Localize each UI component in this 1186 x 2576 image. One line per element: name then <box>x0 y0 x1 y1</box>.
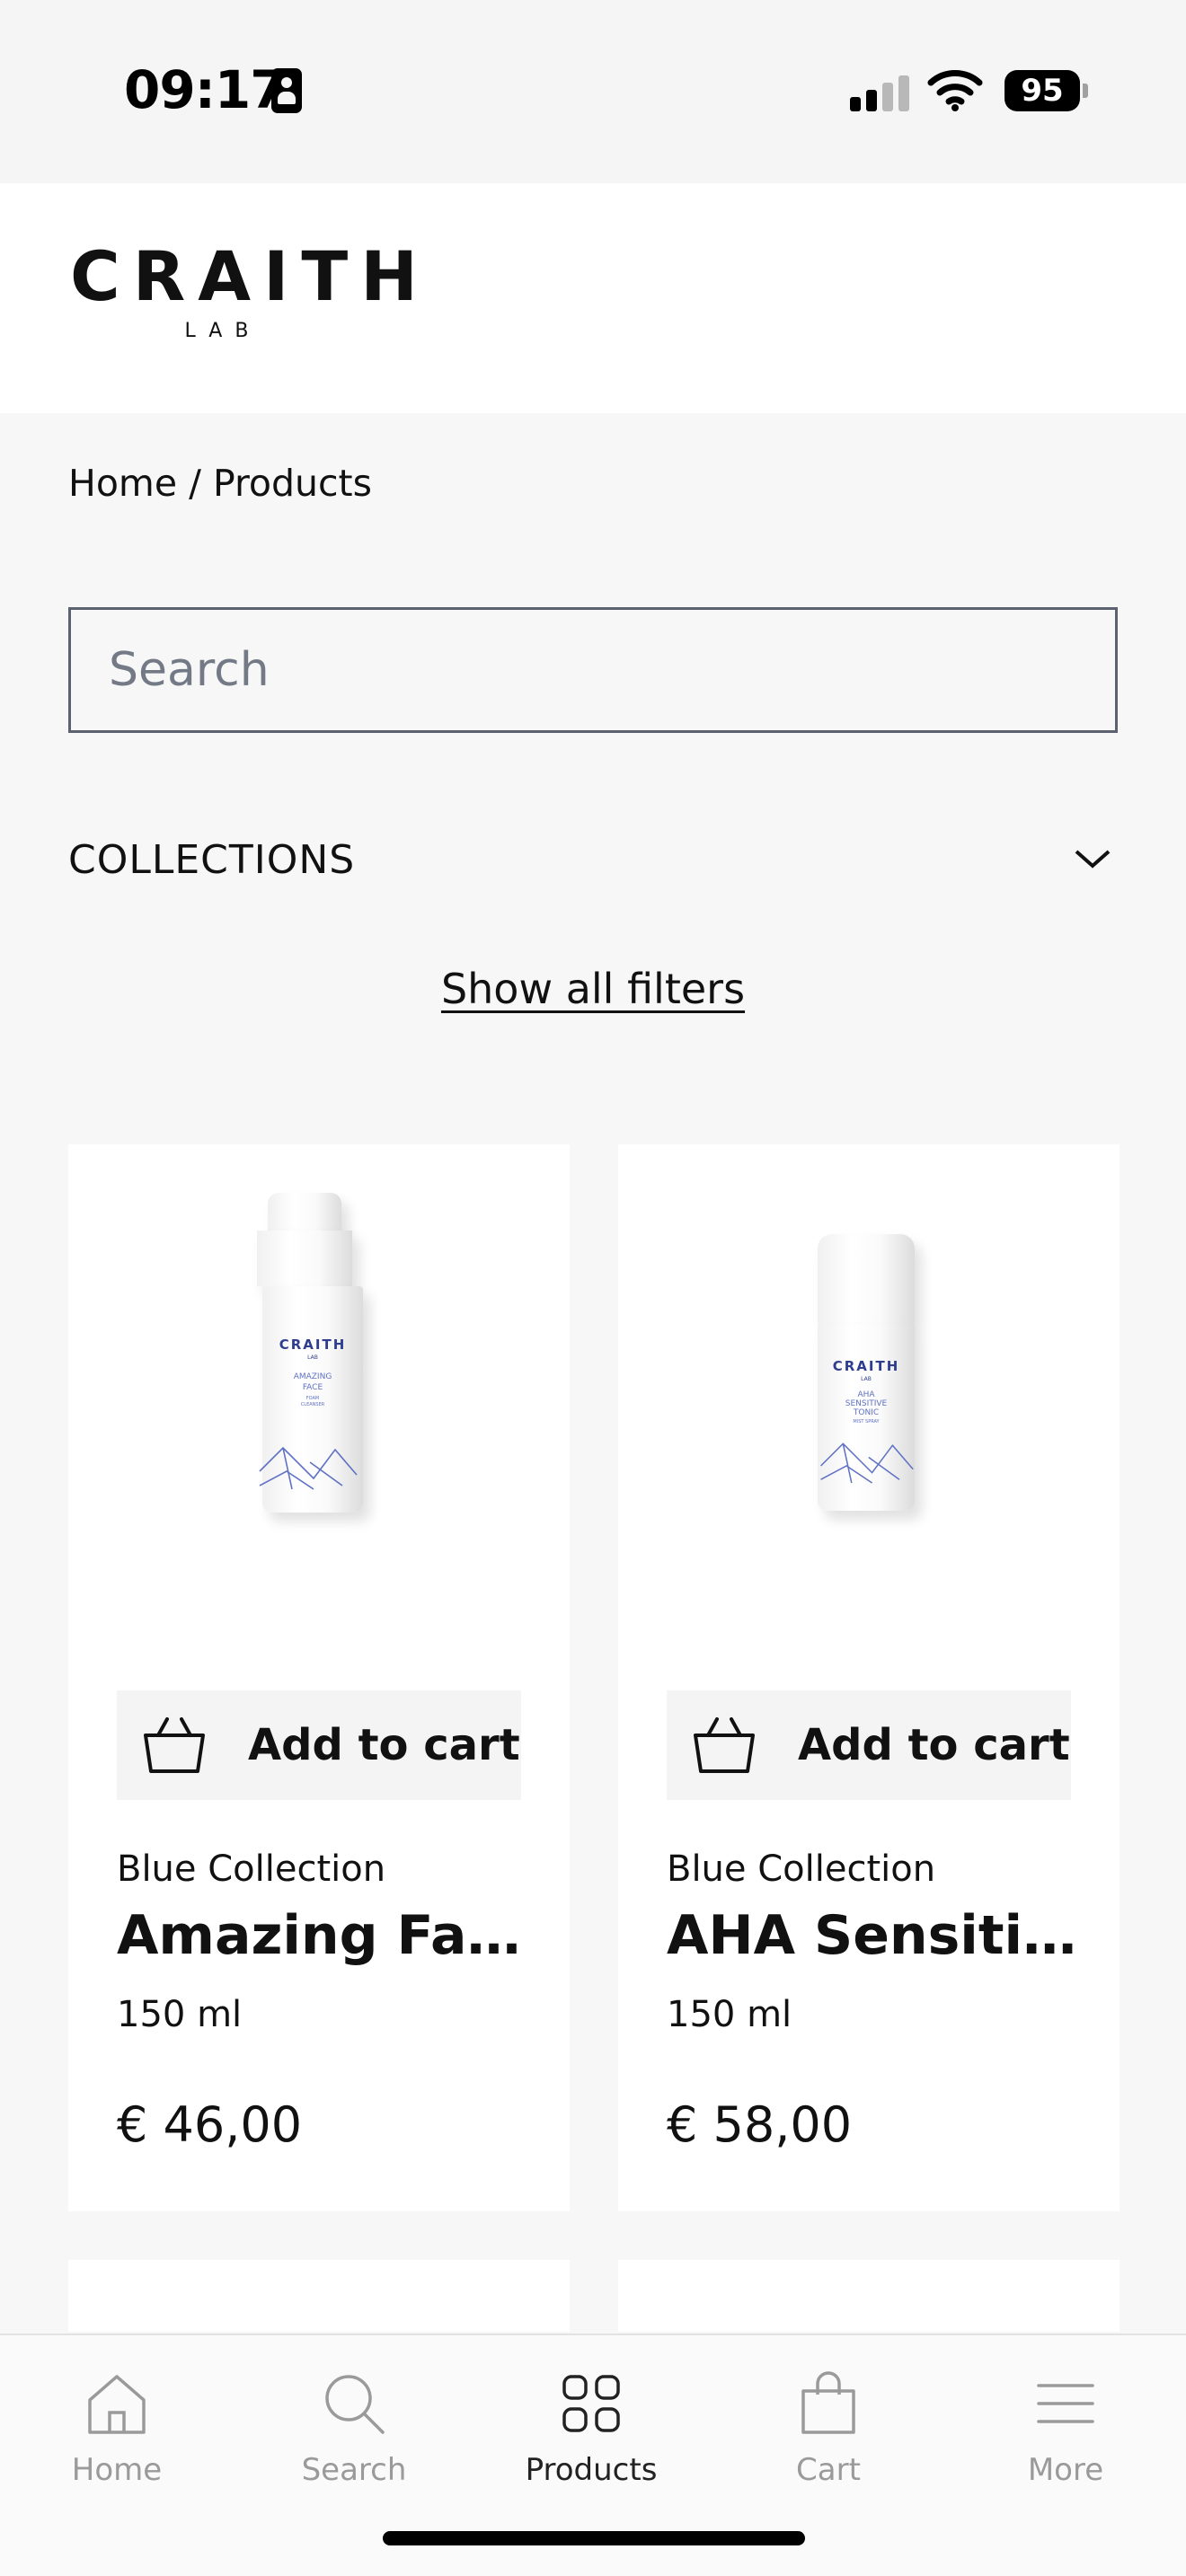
search-icon <box>325 2375 385 2434</box>
product-price: € 58,00 <box>667 2096 853 2153</box>
basket-icon <box>144 1717 205 1773</box>
product-size: 150 ml <box>667 1994 792 2035</box>
home-icon <box>88 2375 146 2434</box>
logo-wordmark: CRAITH <box>70 236 430 316</box>
battery-tip <box>1083 84 1088 98</box>
bottle-line2-text: FACE <box>302 1383 323 1392</box>
product-card-partial[interactable] <box>618 2260 1120 2332</box>
product-card[interactable]: CRAITH LAB AHA SENSITIVE TONIC MIST SPRA… <box>618 1144 1120 2211</box>
show-all-filters-link[interactable]: Show all filters <box>441 965 745 1013</box>
tab-search[interactable]: Search <box>264 2368 444 2488</box>
add-to-cart-button[interactable]: Add to cart <box>117 1690 521 1800</box>
bottle-brand-text: CRAITH <box>279 1337 347 1353</box>
product-price: € 46,00 <box>117 2096 303 2153</box>
basket-icon <box>694 1717 755 1773</box>
bottle-line3-text: TONIC <box>853 1408 880 1417</box>
tab-more-label: More <box>1027 2452 1104 2488</box>
product-card-partial[interactable] <box>68 2260 570 2332</box>
battery-indicator: 95 <box>1005 70 1080 111</box>
bag-icon <box>801 2371 855 2434</box>
product-name[interactable]: AHA Sensitiv... <box>667 1904 1089 1967</box>
home-indicator[interactable] <box>383 2531 805 2545</box>
chevron-down-icon <box>1075 850 1111 869</box>
tab-home[interactable]: Home <box>27 2368 207 2488</box>
product-card[interactable]: CRAITH LAB AMAZING FACE FOAM CLEANSER Ad… <box>68 1144 570 2211</box>
tab-cart[interactable]: Cart <box>739 2368 918 2488</box>
bottle-mountain-graphic <box>259 1446 358 1490</box>
product-size: 150 ml <box>117 1994 243 2035</box>
product-collection: Blue Collection <box>667 1848 936 1890</box>
product-collection: Blue Collection <box>117 1848 386 1890</box>
show-all-filters-link-container: Show all filters <box>0 965 1186 1013</box>
bottle-line2-text: SENSITIVE <box>845 1399 888 1408</box>
bottle-line1-text: AMAZING <box>293 1372 332 1381</box>
tab-products-label: Products <box>525 2452 658 2488</box>
brand-logo[interactable]: CRAITH LAB <box>70 236 430 343</box>
tab-home-label: Home <box>71 2452 163 2488</box>
collections-dropdown[interactable]: COLLECTIONS <box>68 828 1118 893</box>
grid-icon <box>562 2375 620 2432</box>
search-field[interactable] <box>68 607 1118 733</box>
product-image[interactable]: CRAITH LAB AMAZING FACE FOAM CLEANSER <box>68 1180 570 1575</box>
product-name[interactable]: Amazing Fac... <box>117 1904 539 1967</box>
contact-card-icon <box>271 68 302 113</box>
bottle-sub-text: LAB <box>307 1354 318 1361</box>
tab-products[interactable]: Products <box>501 2368 681 2488</box>
bottle-line4-text: CLEANSER <box>300 1402 325 1407</box>
bottle-line1-text: AHA <box>857 1390 875 1399</box>
tab-search-label: Search <box>301 2452 407 2488</box>
cellular-signal-icon <box>850 75 909 111</box>
bottle-line3-text: FOAM <box>305 1396 320 1401</box>
wifi-icon <box>927 70 983 111</box>
logo-subtitle: LAB <box>184 320 261 342</box>
bottle-sub-text: LAB <box>861 1376 872 1382</box>
bottle-cap <box>818 1234 915 1324</box>
status-bar: 09:17 95 <box>0 0 1186 183</box>
bottle-line4-text: MIST SPRAY <box>853 1419 880 1425</box>
bottle-cap <box>268 1193 341 1234</box>
bottle-pump <box>257 1231 352 1286</box>
add-to-cart-label: Add to cart <box>248 1720 520 1770</box>
search-input[interactable] <box>71 610 1115 730</box>
collections-label: COLLECTIONS <box>68 837 356 883</box>
product-image[interactable]: CRAITH LAB AHA SENSITIVE TONIC MIST SPRA… <box>618 1180 1120 1575</box>
add-to-cart-button[interactable]: Add to cart <box>667 1690 1071 1800</box>
tab-cart-label: Cart <box>796 2452 861 2488</box>
status-time: 09:17 <box>124 59 287 120</box>
add-to-cart-label: Add to cart <box>798 1720 1070 1770</box>
menu-icon <box>1037 2384 1094 2423</box>
bottle-brand-text: CRAITH <box>832 1358 900 1374</box>
bottle-mountain-graphic <box>820 1442 914 1484</box>
bottle-body: CRAITH LAB AHA SENSITIVE TONIC MIST SPRA… <box>818 1324 915 1511</box>
breadcrumb[interactable]: Home / Products <box>68 462 372 505</box>
bottle-body: CRAITH LAB AMAZING FACE FOAM CLEANSER <box>259 1286 363 1513</box>
tab-more[interactable]: More <box>976 2368 1155 2488</box>
